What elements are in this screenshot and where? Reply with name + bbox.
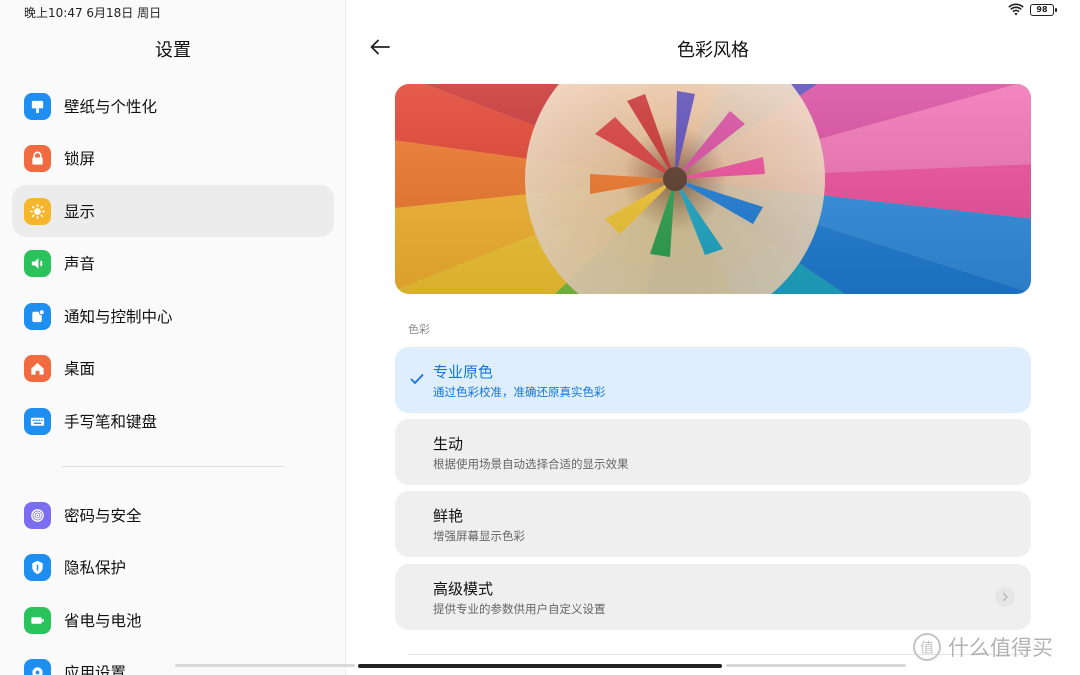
option-subtitle: 根据使用场景自动选择合适的显示效果 bbox=[433, 457, 629, 471]
home-indicator[interactable] bbox=[358, 664, 722, 668]
sidebar-title: 设置 bbox=[155, 40, 191, 61]
battery-icon bbox=[24, 606, 51, 634]
sidebar-item-display[interactable]: 显示 bbox=[12, 185, 334, 237]
sidebar-item-label: 通知与控制中心 bbox=[64, 308, 173, 326]
checkmark-icon bbox=[410, 374, 424, 384]
color-option-vivid[interactable]: 生动 根据使用场景自动选择合适的显示效果 bbox=[395, 419, 1031, 485]
sidebar-item-label: 锁屏 bbox=[64, 150, 96, 168]
sidebar-item-sound[interactable]: 声音 bbox=[12, 237, 334, 289]
status-indicators: 98 bbox=[1008, 3, 1057, 17]
option-subtitle: 通过色彩校准，准确还原真实色彩 bbox=[433, 385, 606, 399]
sidebar-item-label: 壁纸与个性化 bbox=[64, 98, 158, 116]
notification-icon bbox=[24, 302, 51, 330]
sidebar-item-stylus-keyboard[interactable]: 手写笔和键盘 bbox=[12, 395, 334, 447]
privacy-shield-icon bbox=[24, 553, 51, 581]
wifi-icon bbox=[1008, 3, 1024, 16]
section-label-color: 色彩 bbox=[408, 323, 430, 336]
sidebar-item-security[interactable]: 密码与安全 bbox=[12, 489, 334, 541]
page-title: 色彩风格 bbox=[677, 40, 749, 61]
option-title: 鲜艳 bbox=[433, 507, 464, 525]
sidebar-item-label: 桌面 bbox=[64, 360, 96, 378]
lock-icon bbox=[24, 144, 51, 172]
scroll-indicator-right bbox=[726, 664, 906, 667]
sidebar-item-desktop[interactable]: 桌面 bbox=[12, 342, 334, 394]
sidebar-item-label: 应用设置 bbox=[64, 664, 127, 675]
watermark: 值 什么值得买 bbox=[912, 632, 1053, 662]
sidebar-item-label: 手写笔和键盘 bbox=[64, 413, 158, 431]
option-title: 高级模式 bbox=[433, 580, 494, 598]
wallpaper-icon bbox=[24, 92, 51, 120]
svg-text:值: 值 bbox=[920, 641, 934, 657]
sidebar-item-label: 隐私保护 bbox=[64, 559, 127, 577]
sidebar-item-battery[interactable]: 省电与电池 bbox=[12, 594, 334, 646]
sidebar-divider bbox=[62, 466, 284, 467]
color-option-professional[interactable]: 专业原色 通过色彩校准，准确还原真实色彩 bbox=[395, 347, 1031, 413]
sidebar-item-wallpaper[interactable]: 壁纸与个性化 bbox=[12, 80, 334, 132]
option-subtitle: 提供专业的参数供用户自定义设置 bbox=[433, 602, 606, 616]
brightness-icon bbox=[24, 197, 51, 225]
color-option-advanced[interactable]: 高级模式 提供专业的参数供用户自定义设置 bbox=[395, 564, 1031, 630]
sidebar-item-notifications[interactable]: 通知与控制中心 bbox=[12, 290, 334, 342]
color-option-saturated[interactable]: 鲜艳 增强屏幕显示色彩 bbox=[395, 491, 1031, 557]
status-datetime: 晚上10:47 6月18日 周日 bbox=[24, 6, 162, 20]
speaker-icon bbox=[24, 249, 51, 277]
watermark-logo-icon: 值 bbox=[913, 633, 941, 661]
home-icon bbox=[24, 354, 51, 382]
sidebar-item-lockscreen[interactable]: 锁屏 bbox=[12, 132, 334, 184]
fingerprint-icon bbox=[24, 501, 51, 529]
chevron-right-icon bbox=[995, 587, 1015, 607]
settings-sidebar: 晚上10:47 6月18日 周日 设置 壁纸与个性化 锁屏 显示 声音 通知与控… bbox=[0, 0, 346, 675]
sidebar-item-label: 声音 bbox=[64, 255, 96, 273]
watermark-text: 什么值得买 bbox=[948, 636, 1053, 660]
option-title: 生动 bbox=[433, 435, 464, 453]
color-pencils-banner bbox=[395, 84, 1031, 294]
sidebar-item-privacy[interactable]: 隐私保护 bbox=[12, 541, 334, 593]
apps-gear-icon bbox=[24, 658, 51, 675]
scroll-indicator-left bbox=[175, 664, 355, 667]
sidebar-item-label: 密码与安全 bbox=[64, 507, 142, 525]
option-title: 专业原色 bbox=[433, 363, 494, 381]
sidebar-item-app-settings[interactable]: 应用设置 bbox=[12, 646, 334, 675]
option-subtitle: 增强屏幕显示色彩 bbox=[433, 529, 525, 543]
sidebar-item-label: 省电与电池 bbox=[64, 612, 142, 630]
sidebar-item-label: 显示 bbox=[64, 203, 96, 221]
battery-indicator: 98 bbox=[1030, 4, 1057, 16]
keyboard-icon bbox=[24, 407, 51, 435]
